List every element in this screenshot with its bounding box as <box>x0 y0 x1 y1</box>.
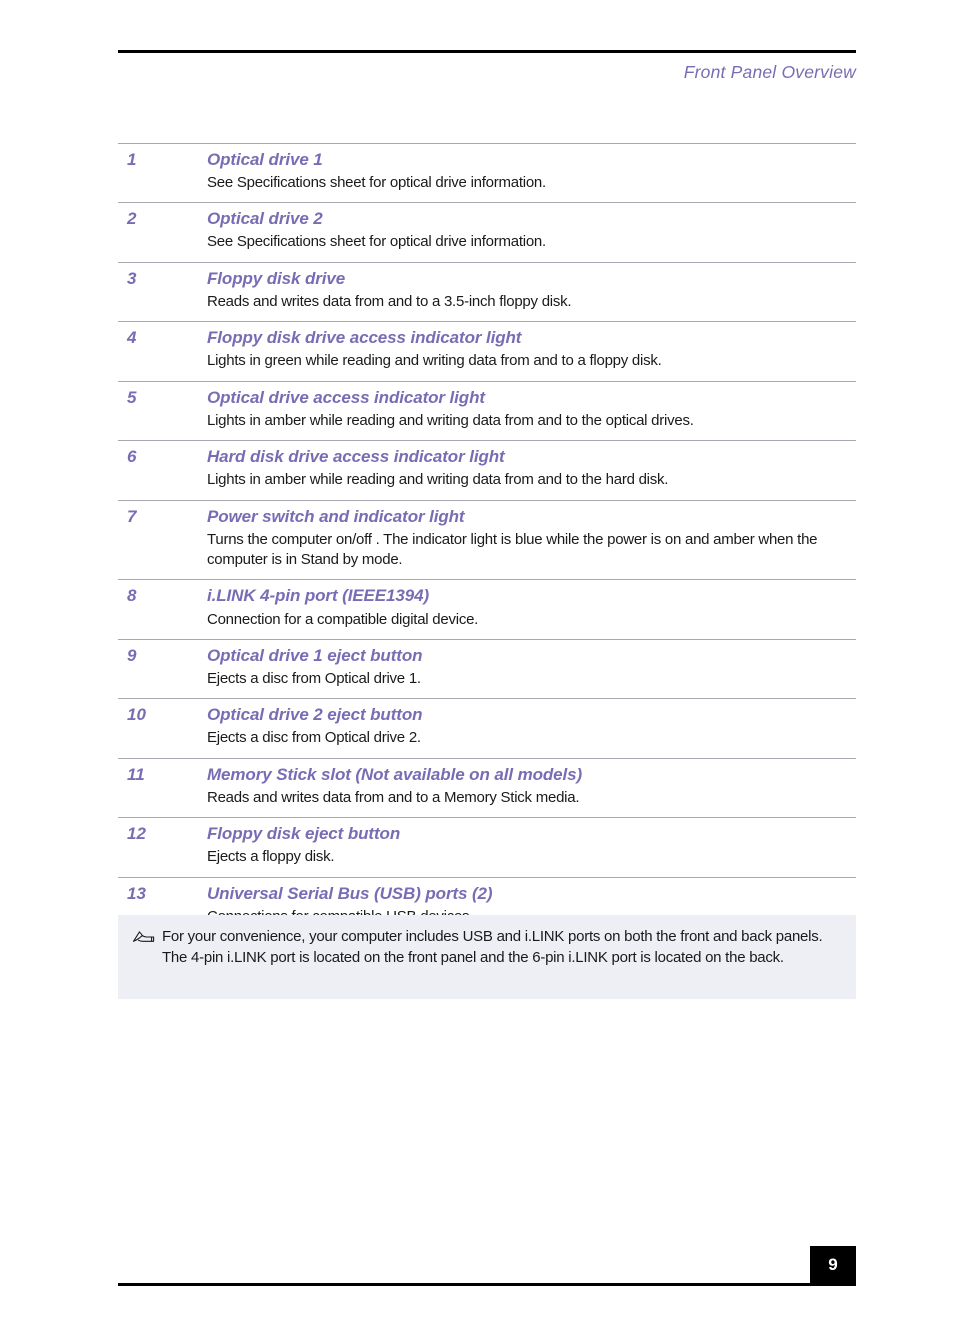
footer-rule <box>118 1283 856 1286</box>
table-row: 7 Power switch and indicator light Turns t… <box>118 500 856 580</box>
note-text: For your convenience, your computer incl… <box>162 928 823 967</box>
item-number: 8 <box>127 586 137 606</box>
item-title: Optical drive access indicator light <box>207 387 485 407</box>
item-title: Optical drive 1 <box>207 150 323 169</box>
item-cell: Floppy disk drive access indicator light… <box>207 322 856 381</box>
table-row: 6 Hard disk drive access indicator light L… <box>118 441 856 501</box>
item-title: Optical drive 2 eject button <box>207 705 423 725</box>
item-number: 12 <box>127 824 146 844</box>
item-title: Floppy disk drive access indicator light <box>207 328 522 348</box>
item-number: 10 <box>127 705 146 725</box>
spec-table-body: 1 Optical drive 1 See Specifications sheet… <box>118 144 856 937</box>
item-number: 9 <box>127 645 137 665</box>
item-title: Optical drive 1 eject button <box>207 645 423 665</box>
item-number: 2 <box>127 209 137 229</box>
note-callout: For your convenience, your computer incl… <box>118 915 856 999</box>
item-cell: Hard disk drive access indicator light Li… <box>207 441 856 500</box>
table-row: 12 Floppy disk eject button Ejects a flopp… <box>118 818 856 878</box>
item-description: Ejects a disc from Optical drive 1. <box>207 669 421 687</box>
item-number: 5 <box>127 387 137 407</box>
item-description: Turns the computer on/off . The indicato… <box>207 530 818 569</box>
table-row: 10 Optical drive 2 eject button Ejects a d… <box>118 699 856 759</box>
table-row: 8 i.LINK 4-pin port (IEEE1394) Connection … <box>118 580 856 640</box>
document-page: Front Panel Overview 1 Optical drive 1 See… <box>0 0 954 1340</box>
table-row: 9 Optical drive 1 eject button Ejects a di… <box>118 639 856 699</box>
item-description: Lights in green while reading and writin… <box>207 352 662 370</box>
item-description: See Specifications sheet for optical dri… <box>207 233 546 251</box>
item-number: 7 <box>127 506 137 526</box>
item-title: Floppy disk eject button <box>207 824 401 844</box>
note-pencil-icon <box>133 931 155 942</box>
item-cell: Optical drive access indicator light Ligh… <box>207 381 856 440</box>
item-number: 11 <box>127 764 145 784</box>
item-number: 4 <box>127 328 137 348</box>
item-title: Floppy disk drive <box>207 268 346 288</box>
item-description: Ejects a disc from Optical drive 2. <box>207 729 421 747</box>
item-title: i.LINK 4-pin port (IEEE1394) <box>207 586 430 606</box>
item-description: Ejects a floppy disk. <box>207 848 335 866</box>
item-description: Lights in amber while reading and writin… <box>207 411 694 429</box>
table-row: 1 Optical drive 1 See Specifications sheet… <box>118 144 856 203</box>
item-title: Power switch and indicator light <box>207 506 465 526</box>
item-description: Lights in amber while reading and writin… <box>207 471 669 489</box>
item-description: Connection for a compatible digital devi… <box>207 610 479 628</box>
item-description: See Specifications sheet for optical dri… <box>207 174 546 192</box>
item-title: Hard disk drive access indicator light <box>207 447 505 467</box>
item-cell: Optical drive 1 See Specifications sheet … <box>207 144 856 203</box>
item-cell: Optical drive 2 eject button Ejects a dis… <box>207 699 856 758</box>
page-header-title: Front Panel Overview <box>683 62 856 82</box>
item-description: Reads and writes data from and to a Memo… <box>207 788 580 806</box>
table-row: 2 Optical drive 2 See Specifications sheet… <box>118 203 856 263</box>
item-cell: Power switch and indicator light Turns th… <box>207 500 856 580</box>
item-cell: i.LINK 4-pin port (IEEE1394) Connection f… <box>207 580 856 639</box>
table-row: 11 Memory Stick slot (Not available on al… <box>118 758 856 818</box>
header-rule <box>118 50 856 53</box>
item-number: 1 <box>127 150 137 169</box>
item-title: Memory Stick slot (Not available on all … <box>207 764 583 784</box>
table-row: 5 Optical drive access indicator light Lig… <box>118 381 856 441</box>
item-number: 3 <box>127 268 137 288</box>
item-cell: Memory Stick slot (Not available on all … <box>207 758 856 817</box>
front-panel-spec-table: 1 Optical drive 1 See Specifications sheet… <box>118 143 856 937</box>
item-cell: Optical drive 1 eject button Ejects a dis… <box>207 639 856 698</box>
table-row: 4 Floppy disk drive access indicator ligh… <box>118 322 856 382</box>
item-title: Universal Serial Bus (USB) ports (2) <box>207 883 493 903</box>
item-cell: Floppy disk drive Reads and writes data f… <box>207 262 856 321</box>
item-number: 6 <box>127 447 137 467</box>
table-row: 3 Floppy disk drive Reads and writes data … <box>118 262 856 322</box>
item-cell: Optical drive 2 See Specifications sheet … <box>207 203 856 262</box>
item-cell: Floppy disk eject button Ejects a floppy … <box>207 818 856 877</box>
page-number: 9 <box>810 1246 856 1283</box>
item-title: Optical drive 2 <box>207 209 323 229</box>
item-description: Reads and writes data from and to a 3.5-… <box>207 292 572 310</box>
